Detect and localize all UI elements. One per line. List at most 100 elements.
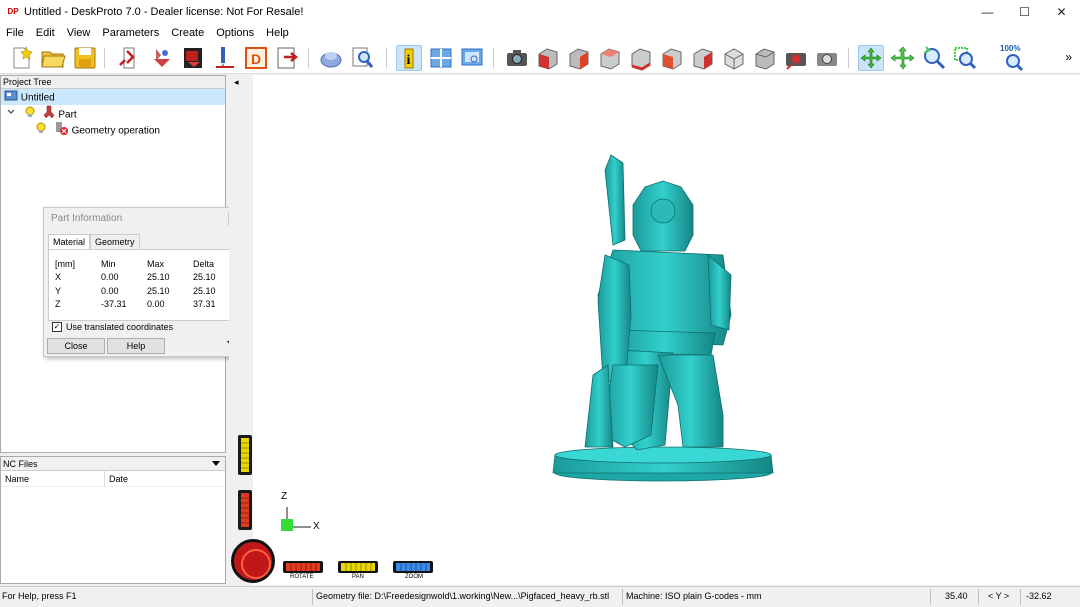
col-header-unit: [mm] (55, 258, 75, 269)
dimensions-panel: [mm] Min Max Delta X 0.00 25.10 25.10 Y … (48, 249, 242, 321)
app-logo-icon: DP (7, 7, 19, 16)
use-translated-coordinates-checkbox[interactable]: ✓ Use translated coordinates (52, 322, 173, 332)
zoom-100-icon[interactable] (1001, 52, 1027, 72)
zoom-window-icon[interactable] (952, 45, 978, 71)
view-front-icon[interactable] (535, 45, 561, 71)
status-geometry-file: Geometry file: D:\Freedesignwold\1.worki… (316, 591, 610, 601)
help-button[interactable]: Help (107, 338, 165, 354)
layout-views-icon[interactable] (428, 45, 454, 71)
tab-material[interactable]: Material (48, 234, 91, 249)
export-icon[interactable] (274, 45, 300, 71)
row-delta: 25.10 (193, 272, 216, 283)
col-date[interactable]: Date (105, 471, 225, 486)
pan-dial-vertical[interactable] (238, 435, 252, 475)
status-coordinate-value: 35.40 (945, 591, 968, 601)
title-bar: DP Untitled - DeskProto 7.0 - Dealer lic… (0, 0, 1080, 24)
view-bottom-icon[interactable] (690, 45, 716, 71)
window-title: Untitled - DeskProto 7.0 - Dealer licens… (24, 6, 304, 18)
status-coordinate-axis[interactable]: < Y > (988, 591, 1009, 601)
zoom-label: ZOOM (405, 574, 423, 580)
show-screen-icon[interactable] (459, 45, 485, 71)
tree-item-part[interactable]: Part (1, 105, 225, 121)
row-axis: Y (55, 285, 62, 296)
viewport-side-strip: ◂ (229, 75, 253, 585)
nc-files-header: NC Files (1, 457, 225, 471)
table-row: X 0.00 25.10 25.10 (55, 271, 233, 285)
rotate-dial-vertical[interactable] (238, 490, 252, 530)
zoom-icon[interactable] (921, 45, 947, 71)
open-folder-icon[interactable] (40, 45, 66, 71)
import-geometry-icon[interactable] (116, 45, 142, 71)
menu-help[interactable]: Help (260, 27, 295, 39)
row-max: 25.10 (147, 285, 170, 296)
col-name[interactable]: Name (1, 471, 105, 486)
geometry-operation-icon (53, 121, 69, 141)
create-d-icon[interactable]: D (243, 45, 269, 71)
view-top-icon[interactable] (659, 45, 685, 71)
checkbox-check-icon[interactable]: ✓ (52, 322, 62, 332)
zoom-slider[interactable] (393, 561, 433, 573)
save-icon[interactable] (72, 45, 98, 71)
main-toolbar: D i 100% » (0, 42, 1080, 74)
tree-item-label: Untitled (20, 92, 55, 104)
menu-file[interactable]: File (0, 27, 30, 39)
machining-icon[interactable] (212, 45, 238, 71)
nc-files-panel: NC Files Name Date (0, 456, 226, 584)
row-max: 0.00 (147, 299, 165, 310)
menu-edit[interactable]: Edit (30, 27, 61, 39)
minimize-button[interactable]: — (969, 0, 1006, 24)
status-help-text: For Help, press F1 (2, 591, 77, 601)
render2-icon[interactable] (814, 45, 840, 71)
view-left-icon[interactable] (597, 45, 623, 71)
view-back-icon[interactable] (566, 45, 592, 71)
col-header-delta: Delta (193, 258, 215, 269)
tree-item-geometry-operation[interactable]: Geometry operation (1, 121, 225, 137)
tree-item-label: Part (58, 109, 77, 121)
menu-view[interactable]: View (61, 27, 97, 39)
tree-item-untitled[interactable]: Untitled (1, 89, 225, 105)
render-icon[interactable] (783, 45, 809, 71)
maximize-button[interactable]: ☐ (1006, 0, 1043, 24)
rotate-wheel-dial[interactable] (231, 539, 275, 583)
pan-slider[interactable] (338, 561, 378, 573)
camera-view-icon[interactable] (504, 45, 530, 71)
table-row: Y 0.00 25.10 25.10 (55, 284, 233, 298)
view-iso2-icon[interactable] (752, 45, 778, 71)
lightbulb-icon[interactable] (36, 122, 46, 140)
view-iso1-icon[interactable] (721, 45, 747, 71)
axis-z-label: Z (281, 491, 288, 502)
inspect-icon[interactable] (350, 45, 376, 71)
3d-model (552, 154, 774, 482)
part-information-dialog: Part Information Material Geometry [mm] … (43, 207, 245, 357)
rotate-label: ROTATE (290, 574, 314, 580)
nc-files-columns: Name Date (1, 471, 225, 487)
close-window-button[interactable]: ✕ (1043, 0, 1080, 24)
new-file-icon[interactable] (8, 45, 34, 71)
row-delta: 25.10 (193, 285, 216, 296)
table-row: Z -37.31 0.00 37.31 (55, 298, 233, 312)
menu-options[interactable]: Options (210, 27, 260, 39)
menu-parameters[interactable]: Parameters (96, 27, 165, 39)
pan-label: PAN (352, 574, 364, 580)
rotate-slider[interactable] (283, 561, 323, 573)
view-right-icon[interactable] (628, 45, 654, 71)
col-header-max: Max (147, 258, 165, 269)
material-shape-icon[interactable] (318, 45, 344, 71)
dialog-title: Part Information (51, 213, 123, 224)
pan-icon[interactable] (890, 45, 916, 71)
rotate-icon[interactable] (858, 45, 884, 71)
close-button[interactable]: Close (47, 338, 105, 354)
import-vector-icon[interactable] (148, 45, 174, 71)
3d-viewport[interactable]: Z X ROTATE PAN ZOOM (231, 75, 1080, 585)
status-bar: For Help, press F1 Geometry file: D:\Fre… (0, 586, 1080, 607)
toolbar-overflow-button[interactable]: » (1065, 50, 1072, 64)
import-bitmap-icon[interactable] (180, 45, 206, 71)
dropdown-arrow-icon[interactable] (212, 461, 220, 466)
row-min: 0.00 (101, 285, 119, 296)
collapse-panel-icon[interactable]: ◂ (234, 77, 239, 88)
svg-text:i: i (407, 53, 411, 68)
part-info-icon[interactable]: i (396, 45, 422, 71)
menu-create[interactable]: Create (165, 27, 210, 39)
tab-geometry[interactable]: Geometry (90, 234, 140, 249)
table-header-row: [mm] Min Max Delta (55, 257, 233, 271)
